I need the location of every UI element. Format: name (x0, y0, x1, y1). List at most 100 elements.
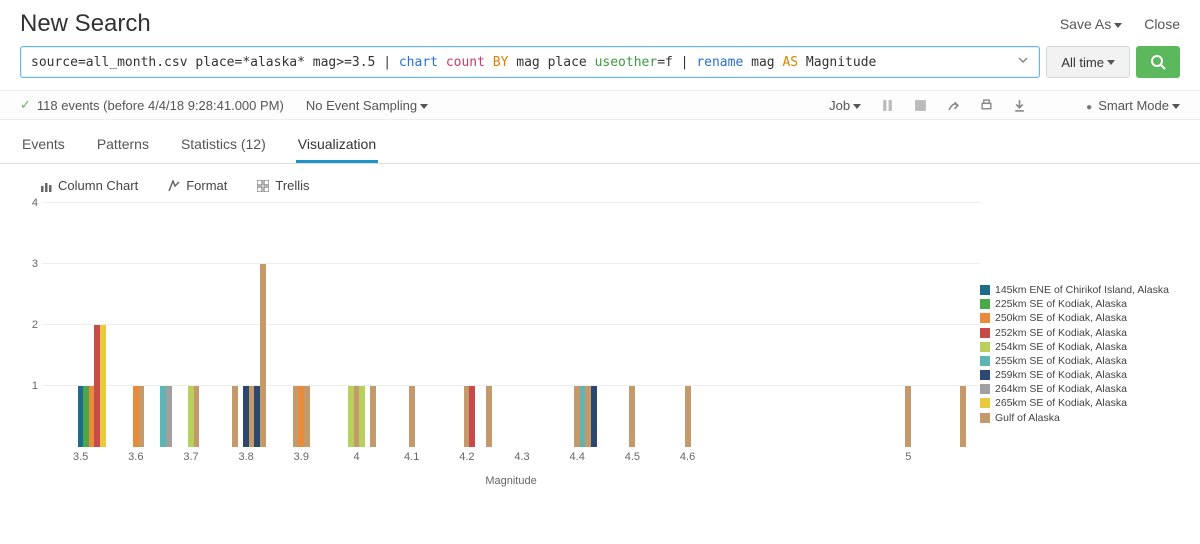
export-button[interactable] (1013, 99, 1026, 112)
events-count-text: 118 events (before 4/4/18 9:28:41.000 PM… (37, 98, 284, 113)
bar[interactable] (486, 386, 492, 447)
bar[interactable] (469, 386, 475, 447)
bar[interactable] (905, 386, 911, 447)
legend-label: 264km SE of Kodiak, Alaska (995, 382, 1127, 396)
bar[interactable] (260, 264, 266, 447)
x-tick: 3.7 (183, 451, 198, 463)
legend-label: 255km SE of Kodiak, Alaska (995, 354, 1127, 368)
print-button[interactable] (980, 99, 993, 112)
x-tick: 4.3 (514, 451, 529, 463)
legend-item[interactable]: 225km SE of Kodiak, Alaska (980, 297, 1180, 311)
bar[interactable] (370, 386, 376, 447)
event-sampling-menu[interactable]: No Event Sampling (306, 98, 428, 113)
legend-item[interactable]: Gulf of Alaska (980, 411, 1180, 425)
x-tick: 3.9 (294, 451, 309, 463)
pause-button[interactable] (881, 99, 894, 112)
legend-swatch (980, 370, 990, 380)
run-search-button[interactable] (1136, 46, 1180, 78)
search-mode-menu[interactable]: Smart Mode (1086, 98, 1180, 113)
legend-item[interactable]: 264km SE of Kodiak, Alaska (980, 382, 1180, 396)
page-title: New Search (20, 10, 151, 38)
format-button[interactable]: Format (168, 178, 227, 193)
legend-swatch (980, 398, 990, 408)
x-tick: 4.6 (680, 451, 695, 463)
legend-item[interactable]: 252km SE of Kodiak, Alaska (980, 326, 1180, 340)
x-tick: 4.2 (459, 451, 474, 463)
time-range-picker[interactable]: All time (1046, 46, 1130, 78)
legend-label: 250km SE of Kodiak, Alaska (995, 311, 1127, 325)
stop-button[interactable] (914, 99, 927, 112)
x-tick: 4.5 (625, 451, 640, 463)
legend-swatch (980, 285, 990, 295)
legend-item[interactable]: 250km SE of Kodiak, Alaska (980, 311, 1180, 325)
format-icon (168, 180, 180, 192)
bar[interactable] (629, 386, 635, 447)
search-query-text: source=all_month.csv place=*alaska* mag>… (31, 55, 876, 70)
y-tick: 3 (32, 258, 38, 270)
caret-down-icon (1107, 60, 1115, 65)
expand-search-icon[interactable] (1017, 53, 1029, 71)
tab-statistics[interactable]: Statistics (12) (179, 128, 268, 163)
caret-down-icon (1114, 23, 1122, 28)
x-tick: 4.1 (404, 451, 419, 463)
y-tick: 2 (32, 319, 38, 331)
legend-label: 252km SE of Kodiak, Alaska (995, 326, 1127, 340)
x-tick: 3.5 (73, 451, 88, 463)
legend-item[interactable]: 145km ENE of Chirikof Island, Alaska (980, 283, 1180, 297)
save-as-menu[interactable]: Save As (1060, 16, 1122, 32)
legend-swatch (980, 342, 990, 352)
legend-swatch (980, 356, 990, 366)
bar[interactable] (591, 386, 597, 447)
bar[interactable] (160, 386, 166, 447)
bar[interactable] (304, 386, 310, 447)
bar[interactable] (232, 386, 238, 447)
legend-label: 145km ENE of Chirikof Island, Alaska (995, 283, 1169, 297)
trellis-button[interactable]: Trellis (257, 178, 309, 193)
bar[interactable] (100, 325, 106, 447)
legend-label: 254km SE of Kodiak, Alaska (995, 340, 1127, 354)
bar[interactable] (138, 386, 144, 447)
job-menu[interactable]: Job (829, 98, 861, 113)
tab-visualization[interactable]: Visualization (296, 128, 378, 163)
status-success-icon: ✓ (20, 97, 31, 113)
legend-label: 225km SE of Kodiak, Alaska (995, 297, 1127, 311)
bar[interactable] (166, 386, 172, 447)
share-button[interactable] (947, 99, 960, 112)
legend-swatch (980, 328, 990, 338)
bar[interactable] (574, 386, 580, 447)
legend-item[interactable]: 265km SE of Kodiak, Alaska (980, 396, 1180, 410)
legend-label: Gulf of Alaska (995, 411, 1060, 425)
legend-item[interactable]: 255km SE of Kodiak, Alaska (980, 354, 1180, 368)
bar[interactable] (193, 386, 199, 447)
legend-swatch (980, 413, 990, 423)
chart-legend: 145km ENE of Chirikof Island, Alaska225k… (980, 203, 1180, 473)
x-tick: 4 (353, 451, 359, 463)
tab-events[interactable]: Events (20, 128, 67, 163)
bar[interactable] (960, 386, 966, 447)
chart-type-picker[interactable]: Column Chart (40, 178, 138, 193)
bar[interactable] (188, 386, 194, 447)
close-button[interactable]: Close (1144, 16, 1180, 32)
tab-patterns[interactable]: Patterns (95, 128, 151, 163)
bar[interactable] (298, 386, 304, 447)
x-tick: 3.6 (128, 451, 143, 463)
chart-plot: 1234 Magnitude 3.53.63.73.83.944.14.24.3… (42, 203, 980, 473)
bar[interactable] (409, 386, 415, 447)
legend-item[interactable]: 259km SE of Kodiak, Alaska (980, 368, 1180, 382)
y-tick: 1 (32, 380, 38, 392)
search-icon (1150, 54, 1166, 70)
search-input[interactable]: source=all_month.csv place=*alaska* mag>… (20, 46, 1040, 78)
caret-down-icon (420, 104, 428, 109)
bar[interactable] (359, 386, 365, 447)
legend-swatch (980, 299, 990, 309)
x-tick: 4.4 (570, 451, 585, 463)
bar[interactable] (685, 386, 691, 447)
legend-label: 259km SE of Kodiak, Alaska (995, 368, 1127, 382)
bar[interactable] (254, 386, 260, 447)
caret-down-icon (853, 104, 861, 109)
legend-item[interactable]: 254km SE of Kodiak, Alaska (980, 340, 1180, 354)
x-tick: 5 (905, 451, 911, 463)
x-tick: 3.8 (238, 451, 253, 463)
trellis-icon (257, 180, 269, 192)
bar[interactable] (133, 386, 139, 447)
